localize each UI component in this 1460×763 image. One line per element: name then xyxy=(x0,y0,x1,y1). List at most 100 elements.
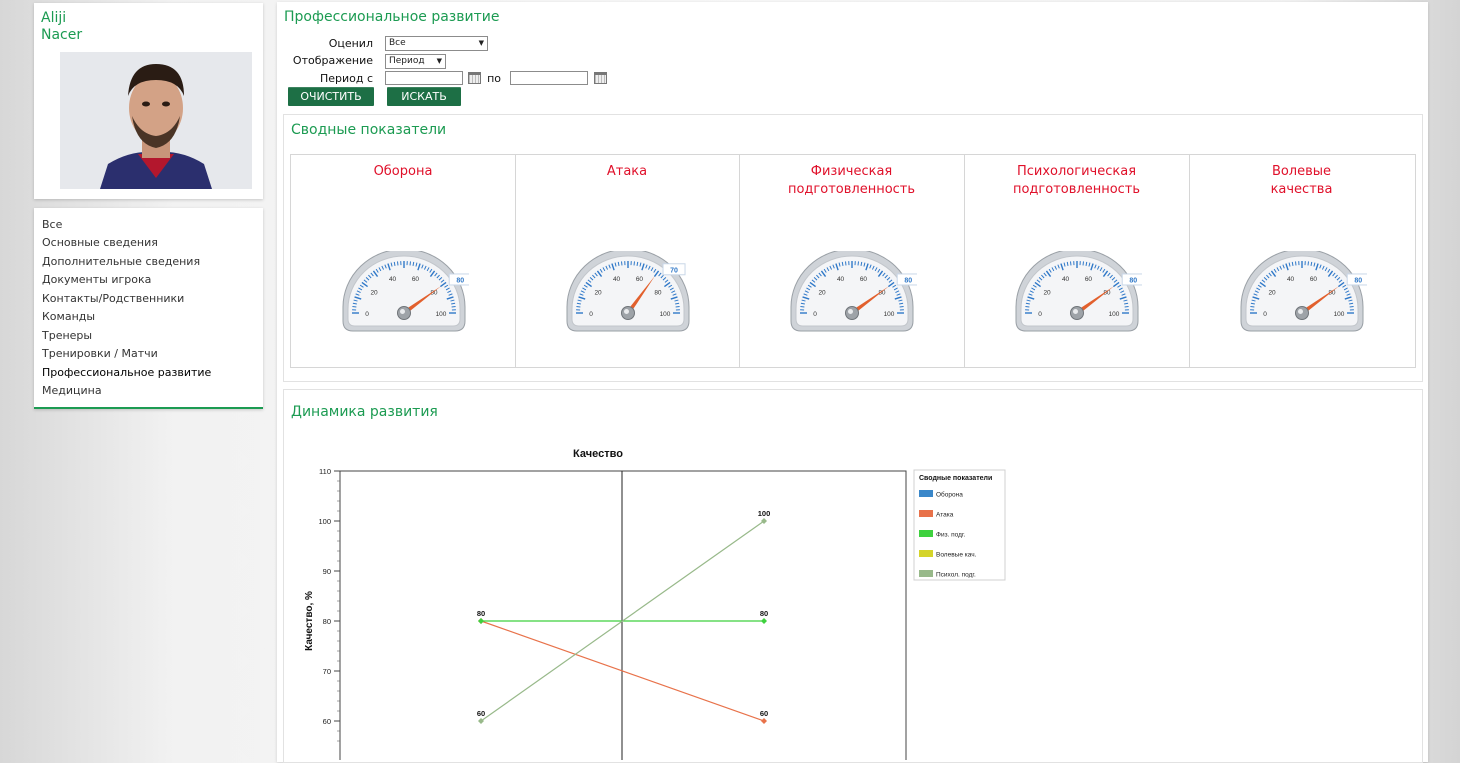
gauge-title-line1: Волевые xyxy=(1189,163,1414,181)
main-panel: Профессиональное развитие Оценил Все ▼ О… xyxy=(277,2,1428,762)
gauge-value-label: 80 xyxy=(1129,277,1137,284)
nav-item-medicine[interactable]: Медицина xyxy=(42,384,102,397)
nav-item-additional-info[interactable]: Дополнительные сведения xyxy=(42,255,200,268)
gauge-tick xyxy=(1250,306,1254,307)
gauge-tick xyxy=(397,261,398,265)
period-from-label: Период с xyxy=(283,72,373,85)
gauge-tick-label: 100 xyxy=(884,311,895,318)
gauge-tick xyxy=(1350,306,1354,307)
gauge-tick-label: 20 xyxy=(1268,289,1276,296)
evaluator-select-value: Все xyxy=(389,38,406,48)
gauge-title-line1: Физическая xyxy=(739,163,964,181)
legend-swatch xyxy=(919,570,933,577)
nav-item-professional-development[interactable]: Профессиональное развитие xyxy=(42,366,211,379)
gauge-hub-highlight xyxy=(400,309,405,314)
data-label: 60 xyxy=(760,709,768,718)
player-first-name: Aliji xyxy=(41,10,66,27)
gauge-hub-highlight xyxy=(1298,309,1303,314)
gauge-tick xyxy=(634,261,635,265)
gauge-tick xyxy=(576,306,580,307)
y-axis-label: Качество, % xyxy=(304,591,315,651)
gauge-tick-label: 20 xyxy=(370,289,378,296)
y-tick-label: 100 xyxy=(318,517,331,526)
gauge-hub-highlight xyxy=(1073,309,1078,314)
gauge-tick-label: 60 xyxy=(1310,276,1318,283)
gauge-tick-label: 100 xyxy=(1109,311,1120,318)
gauge-defense: Оборона 02040608010080 xyxy=(291,155,516,367)
plot-area xyxy=(340,471,906,760)
gauge-title-line2: подготовленность xyxy=(964,181,1189,199)
gauge-tick-label: 0 xyxy=(1038,311,1042,318)
nav-item-contacts[interactable]: Контакты/Родственники xyxy=(42,292,184,305)
gauge-tick-label: 20 xyxy=(818,289,826,296)
nav-item-all[interactable]: Все xyxy=(42,218,62,231)
nav-item-basic-info[interactable]: Основные сведения xyxy=(42,236,158,249)
legend-label: Волевые кач. xyxy=(936,552,977,559)
gauge-title-line2: качества xyxy=(1189,181,1414,199)
calendar-icon[interactable] xyxy=(594,72,607,84)
gauge-tick xyxy=(352,306,356,307)
gauge-value-label: 70 xyxy=(670,267,678,274)
gauge-tick-label: 100 xyxy=(660,311,671,318)
period-to-label: по xyxy=(411,72,501,85)
gauge-tick-label: 100 xyxy=(436,311,447,318)
gauge-tick xyxy=(900,306,904,307)
period-to-input[interactable] xyxy=(510,71,588,85)
gauge-willpower: Волевые качества 02040608010080 xyxy=(1189,155,1414,367)
gauge-tick xyxy=(676,306,680,307)
gauge-tick xyxy=(621,261,622,265)
y-tick-label: 90 xyxy=(323,567,331,576)
gauge-tick-label: 0 xyxy=(1263,311,1267,318)
gauge-tick-label: 40 xyxy=(1062,276,1070,283)
gauge-tick-label: 40 xyxy=(389,276,397,283)
gauge-tick xyxy=(1125,306,1129,307)
gauge-tick xyxy=(1070,261,1071,265)
gauge-dial: 02040608010070 xyxy=(563,251,693,335)
gauge-title: Психологическая подготовленность xyxy=(964,163,1189,199)
gauge-title-line1: Атака xyxy=(515,163,739,181)
search-button[interactable]: ИСКАТЬ xyxy=(387,87,461,106)
gauge-tick xyxy=(845,261,846,265)
gauge-tick-label: 80 xyxy=(654,289,662,296)
data-label: 80 xyxy=(760,609,768,618)
nav-item-trainings-matches[interactable]: Тренировки / Матчи xyxy=(42,347,158,360)
gauge-tick xyxy=(858,261,859,265)
player-profile-card: Aliji Nacer xyxy=(34,3,263,199)
gauge-psychological: Психологическая подготовленность 0204060… xyxy=(964,155,1190,367)
gauge-tick xyxy=(452,306,456,307)
gauge-tick-label: 100 xyxy=(1334,311,1345,318)
summary-section: Сводные показатели Оборона 0204060801008… xyxy=(283,114,1423,382)
gauge-title-line1: Психологическая xyxy=(964,163,1189,181)
gauge-hub-highlight xyxy=(624,309,629,314)
player-photo xyxy=(60,52,252,189)
summary-title: Сводные показатели xyxy=(291,122,446,138)
legend-title: Сводные показатели xyxy=(919,475,992,482)
nav-item-documents[interactable]: Документы игрока xyxy=(42,273,151,286)
gauge-tick-label: 0 xyxy=(365,311,369,318)
gauge-value-label: 80 xyxy=(1354,277,1362,284)
display-select[interactable]: Период ▼ xyxy=(385,54,446,69)
evaluator-select[interactable]: Все ▼ xyxy=(385,36,488,51)
nav-item-coaches[interactable]: Тренеры xyxy=(42,329,92,342)
gauge-tick-label: 40 xyxy=(1287,276,1295,283)
gauge-tick-label: 60 xyxy=(412,276,420,283)
player-sections-nav: Все Основные сведения Дополнительные све… xyxy=(34,208,263,409)
dynamics-title: Динамика развития xyxy=(291,404,438,420)
gauge-title: Физическая подготовленность xyxy=(739,163,964,199)
nav-item-teams[interactable]: Команды xyxy=(42,310,95,323)
legend-swatch xyxy=(919,490,933,497)
gauge-tick xyxy=(800,306,804,307)
gauge-tick-label: 60 xyxy=(636,276,644,283)
gauge-value-label: 80 xyxy=(456,277,464,284)
gauge-tick-label: 0 xyxy=(813,311,817,318)
legend-box xyxy=(914,470,1005,580)
y-tick-label: 70 xyxy=(323,667,331,676)
gauge-dial: 02040608010080 xyxy=(787,251,917,335)
gauge-tick-label: 20 xyxy=(594,289,602,296)
data-label: 60 xyxy=(477,709,485,718)
gauge-tick xyxy=(1308,261,1309,265)
clear-button[interactable]: ОЧИСТИТЬ xyxy=(288,87,374,106)
y-tick-label: 110 xyxy=(319,467,331,476)
page-title: Профессиональное развитие xyxy=(284,9,499,25)
gauge-dial: 02040608010080 xyxy=(1012,251,1142,335)
